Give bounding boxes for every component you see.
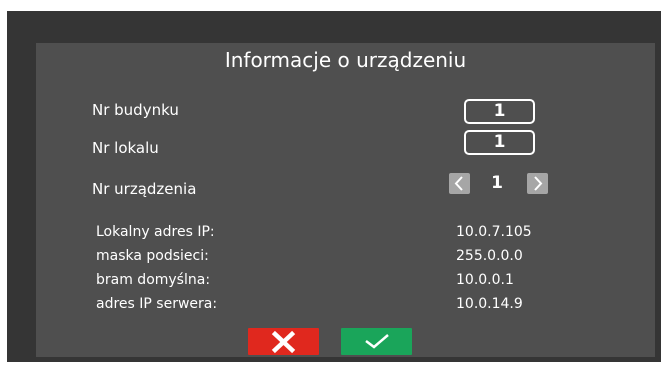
subnet-mask-label: maska podsieci:	[96, 248, 209, 264]
device-info-panel: Informacje o urządzeniu Nr budynku 1 Nr …	[36, 43, 655, 357]
page-title: Informacje o urządzeniu	[224, 48, 467, 72]
check-icon	[365, 334, 389, 349]
default-gateway-value: 10.0.0.1	[456, 272, 514, 288]
close-icon	[271, 330, 296, 354]
chevron-left-icon	[454, 176, 463, 191]
apartment-number-label: Nr lokalu	[92, 139, 159, 157]
local-ip-label: Lokalny adres IP:	[96, 224, 215, 240]
default-gateway-label: bram domyślna:	[96, 272, 211, 288]
server-ip-value: 10.0.14.9	[456, 296, 523, 312]
apartment-number-field[interactable]: 1	[464, 130, 535, 155]
local-ip-value: 10.0.7.105	[456, 224, 532, 240]
building-number-field[interactable]: 1	[464, 99, 535, 124]
cancel-button[interactable]	[248, 328, 319, 355]
device-screen: Informacje o urządzeniu Nr budynku 1 Nr …	[7, 11, 661, 362]
device-number-decrement-button[interactable]	[449, 173, 470, 194]
chevron-right-icon	[534, 176, 543, 191]
device-number-value: 1	[491, 173, 503, 193]
subnet-mask-value: 255.0.0.0	[456, 248, 523, 264]
device-number-increment-button[interactable]	[527, 173, 548, 194]
device-number-label: Nr urządzenia	[92, 180, 197, 198]
confirm-button[interactable]	[341, 328, 412, 355]
server-ip-label: adres IP serwera:	[96, 296, 218, 312]
building-number-label: Nr budynku	[92, 101, 179, 119]
